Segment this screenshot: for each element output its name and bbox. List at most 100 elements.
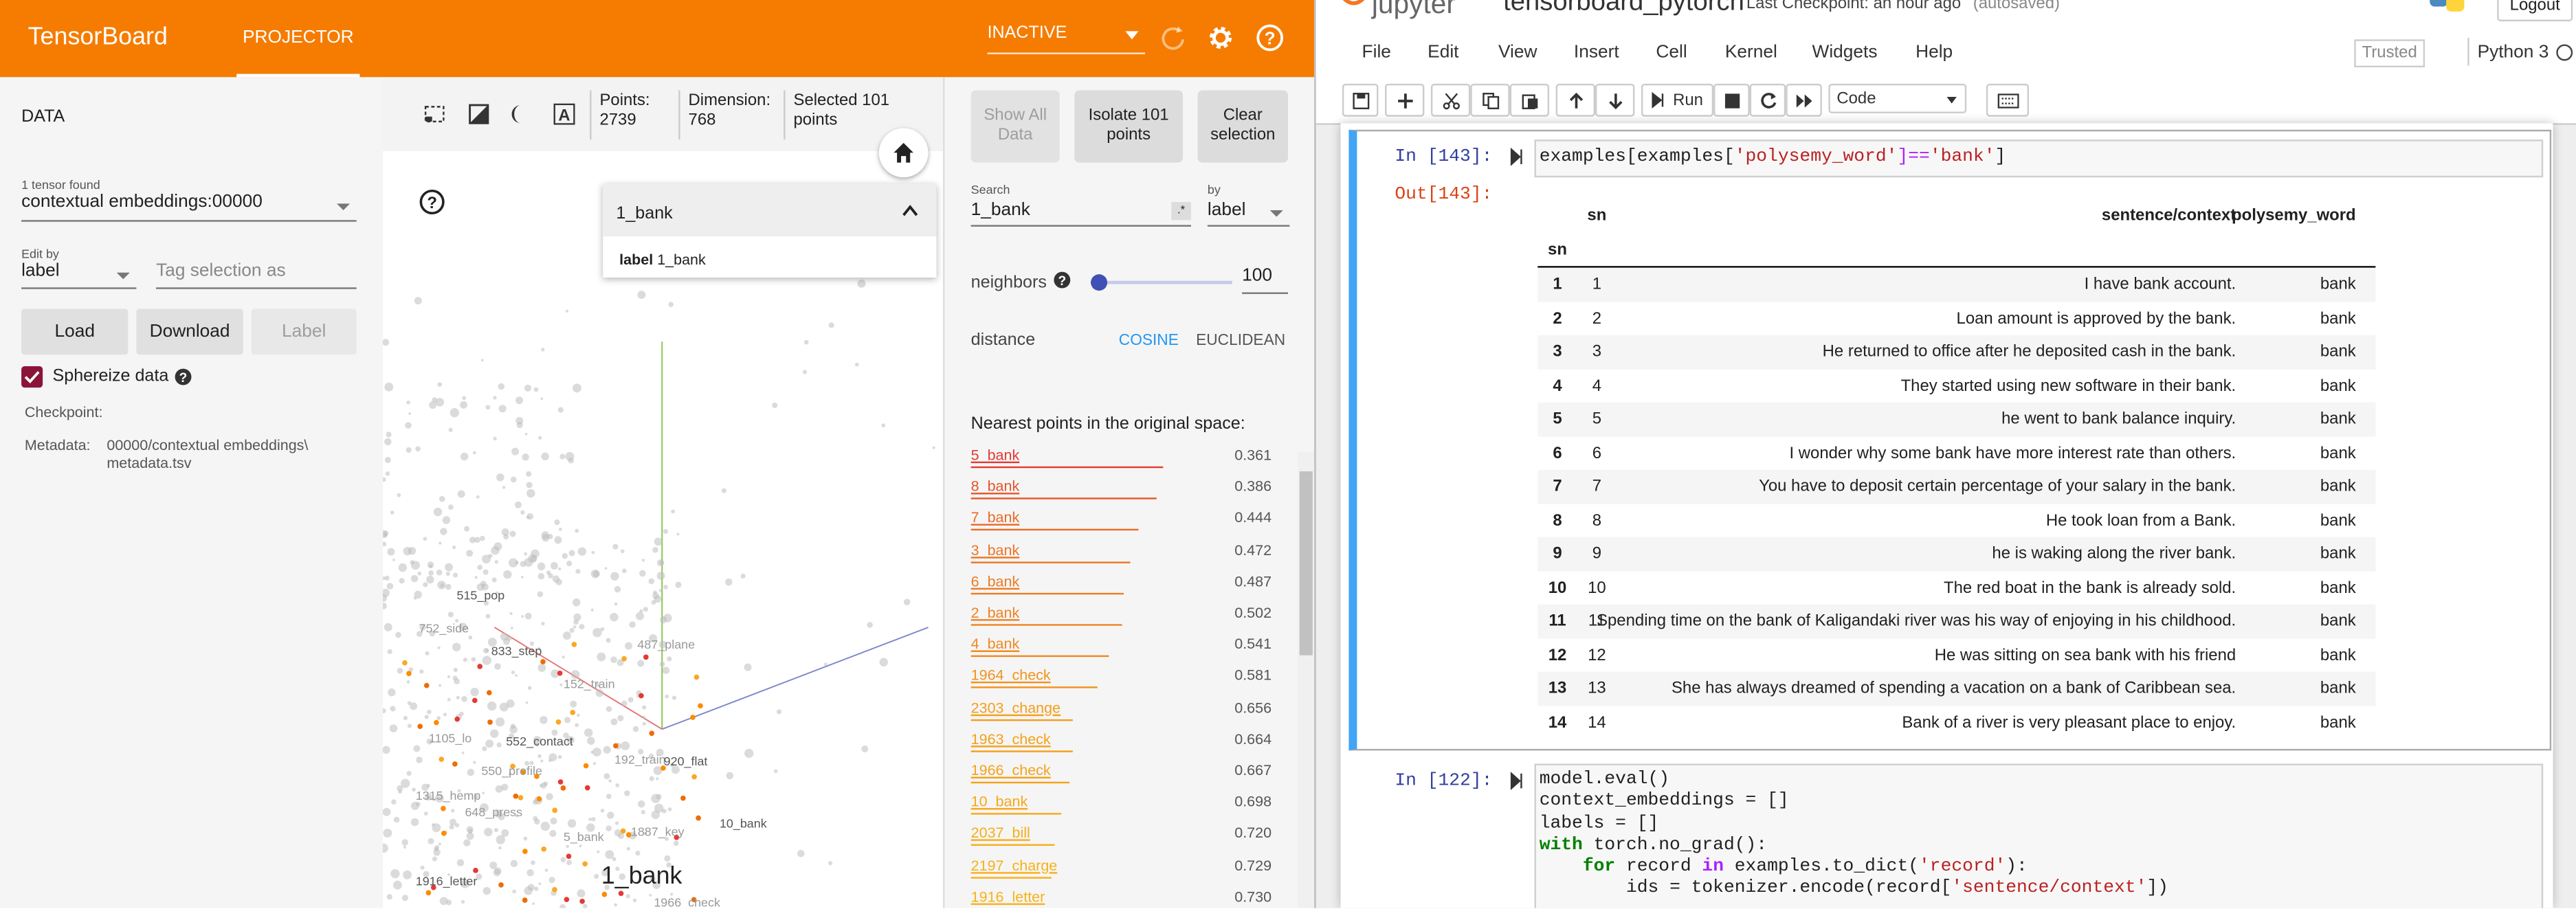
nearest-point-name[interactable]: 1963_check [971, 730, 1051, 747]
nearest-point-row[interactable]: 1963_check 0.664 [970, 726, 1272, 756]
nearest-point-row[interactable]: 8_bank 0.386 [970, 473, 1272, 504]
nearest-point-name[interactable]: 2303_change [971, 699, 1061, 715]
cut-button[interactable] [1430, 83, 1471, 117]
sphereize-checkbox[interactable] [21, 366, 43, 388]
tag-selection-input[interactable]: Tag selection as [156, 261, 357, 289]
interrupt-button[interactable] [1713, 83, 1750, 117]
nearest-point-row[interactable]: 3_bank 0.472 [970, 537, 1272, 568]
load-button[interactable]: Load [21, 308, 129, 355]
nearest-points-title: Nearest points in the original space: [970, 414, 1245, 434]
home-button[interactable] [878, 128, 929, 178]
save-button[interactable] [1342, 83, 1379, 117]
menu-cell[interactable]: Cell [1656, 43, 1687, 63]
nearest-point-row[interactable]: 4_bank 0.541 [970, 631, 1272, 662]
label-3d-icon[interactable]: A [553, 103, 575, 125]
help-icon[interactable]: ? [419, 189, 445, 215]
scatter-point [411, 561, 420, 570]
nearest-point-name[interactable]: 2197_charge [971, 857, 1058, 873]
nearest-point-row[interactable]: 7_bank 0.444 [970, 505, 1272, 536]
gear-icon[interactable] [1206, 23, 1235, 52]
nearest-point-name[interactable]: 5_bank [971, 447, 1020, 463]
nearest-point-name[interactable]: 1966_check [971, 762, 1051, 778]
menu-file[interactable]: File [1362, 43, 1391, 63]
run-button[interactable]: Run [1641, 83, 1714, 117]
bounding-box-select-icon[interactable] [424, 104, 445, 125]
download-button[interactable]: Download [136, 308, 243, 355]
run-cell-icon[interactable] [1510, 148, 1526, 166]
nearest-point-row[interactable]: 1964_check 0.581 [970, 662, 1272, 693]
nearest-point-row[interactable]: 5_bank 0.361 [970, 442, 1272, 473]
regex-toggle[interactable]: .* [1171, 202, 1191, 221]
nearest-point-row[interactable]: 2303_change 0.656 [970, 694, 1272, 725]
nearest-point-name[interactable]: 2037_bill [971, 825, 1030, 842]
menu-kernel[interactable]: Kernel [1725, 43, 1777, 63]
reload-icon[interactable] [1158, 23, 1188, 52]
label-button[interactable]: Label [251, 308, 357, 355]
nearest-point-name[interactable]: 2_bank [971, 605, 1020, 621]
copy-button[interactable] [1470, 83, 1510, 117]
nearest-point-name[interactable]: 10_bank [971, 794, 1028, 810]
command-palette-button[interactable] [1986, 83, 2030, 117]
search-input[interactable]: 1_bank [970, 201, 1191, 227]
nearest-point-row[interactable]: 1966_check 0.667 [970, 757, 1272, 788]
isolate-points-button[interactable]: Isolate 101 points [1074, 90, 1184, 163]
menu-edit[interactable]: Edit [1428, 43, 1458, 63]
night-mode-toggle-icon[interactable] [468, 104, 489, 125]
edit-by-select[interactable]: label [21, 261, 137, 289]
notebook-name[interactable]: tensorboard_pytorch [1503, 0, 1744, 18]
menu-view[interactable]: View [1498, 43, 1537, 63]
run-status-select[interactable]: INACTIVE [987, 23, 1146, 54]
move-down-button[interactable] [1595, 83, 1635, 117]
menu-widgets[interactable]: Widgets [1812, 43, 1878, 63]
nearest-point-name[interactable]: 1916_letter [971, 888, 1045, 905]
code-input[interactable]: examples[examples['polysemy_word']=='ban… [1534, 139, 2544, 178]
logout-button[interactable]: Logout [2497, 0, 2573, 22]
help-icon[interactable]: ? [1255, 23, 1285, 52]
nearest-point-name[interactable]: 4_bank [971, 636, 1020, 652]
run-cell-icon[interactable] [1510, 772, 1526, 790]
nearest-point-row[interactable]: 2037_bill 0.720 [970, 820, 1272, 851]
distance-cosine-option[interactable]: COSINE [1119, 332, 1179, 350]
chevron-up-icon[interactable] [902, 203, 918, 216]
scatter-point [440, 528, 447, 535]
help-icon[interactable]: ? [174, 368, 192, 385]
menu-help[interactable]: Help [1916, 43, 1953, 63]
tensor-select-value: contextual embeddings:00000 [21, 192, 263, 212]
scatter-point [407, 723, 412, 728]
nearest-point-name[interactable]: 8_bank [971, 478, 1020, 495]
neighbors-input[interactable]: 100 [1242, 266, 1288, 294]
search-by-select[interactable]: label [1207, 201, 1290, 227]
menu-insert[interactable]: Insert [1574, 43, 1619, 63]
restart-button[interactable] [1749, 83, 1786, 117]
help-icon[interactable]: ? [1053, 271, 1071, 289]
show-all-data-button[interactable]: Show All Data [970, 90, 1060, 163]
restart-run-all-button[interactable] [1786, 83, 1822, 117]
nearest-point-row[interactable]: 2_bank 0.502 [970, 599, 1272, 630]
nearest-point-row[interactable]: 6_bank 0.487 [970, 568, 1272, 599]
distance-euclidean-option[interactable]: EUCLIDEAN [1196, 332, 1285, 350]
moon-icon[interactable] [511, 104, 532, 125]
nearest-point-name[interactable]: 1964_check [971, 667, 1051, 684]
nearest-point-name[interactable]: 3_bank [971, 541, 1020, 558]
move-up-button[interactable] [1555, 83, 1595, 117]
nearest-point-row[interactable]: 2197_charge 0.729 [970, 852, 1272, 883]
scrollbar-track[interactable] [1298, 451, 1315, 908]
trusted-indicator[interactable]: Trusted [2354, 39, 2425, 68]
scatter-point [498, 383, 505, 390]
selection-card-header[interactable]: 1_bank [603, 183, 937, 237]
paste-button[interactable] [1509, 83, 1550, 117]
nearest-point-name[interactable]: 7_bank [971, 510, 1020, 526]
scrollbar-thumb[interactable] [1299, 471, 1313, 655]
neighbors-slider-track[interactable] [1091, 280, 1232, 284]
tab-projector[interactable]: PROJECTOR [236, 0, 360, 78]
tensor-select[interactable]: contextual embeddings:00000 [21, 192, 357, 222]
clear-selection-button[interactable]: Clear selection [1197, 90, 1288, 163]
arrow-down-icon [1608, 93, 1622, 109]
nearest-point-row[interactable]: 1916_letter 0.730 [970, 883, 1272, 908]
code-input[interactable]: model.eval() context_embeddings = [] label… [1534, 763, 2544, 908]
neighbors-slider-thumb[interactable] [1091, 274, 1108, 291]
nearest-point-row[interactable]: 10_bank 0.698 [970, 789, 1272, 820]
nearest-point-name[interactable]: 6_bank [971, 573, 1020, 590]
cell-type-select[interactable]: Code [1828, 83, 1967, 113]
insert-cell-button[interactable] [1385, 83, 1425, 117]
